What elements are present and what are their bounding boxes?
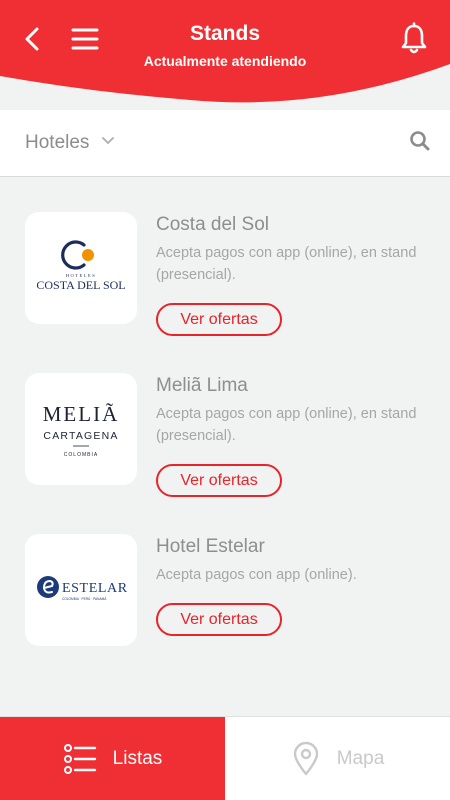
page-title: Stands bbox=[189, 22, 260, 45]
map-pin-icon bbox=[293, 741, 318, 776]
logo-line2: CARTAGENA bbox=[43, 430, 118, 442]
tab-mapa[interactable]: Mapa bbox=[225, 717, 450, 800]
bottom-navigation: Listas Mapa bbox=[0, 716, 450, 800]
ver-ofertas-button[interactable]: Ver ofertas bbox=[156, 303, 282, 336]
list-item: ESTELAR COLOMBIA · PERÚ · PANAMÁ Hotel E… bbox=[0, 534, 450, 674]
list-icon bbox=[63, 744, 96, 774]
ver-ofertas-button[interactable]: Ver ofertas bbox=[156, 603, 282, 636]
tab-label: Listas bbox=[112, 748, 163, 769]
notifications-button[interactable] bbox=[398, 22, 430, 56]
search-icon bbox=[410, 131, 430, 151]
item-description: Acepta pagos con app (online), en stand … bbox=[156, 245, 417, 283]
logo-line2: COSTA DEL SOL bbox=[36, 278, 125, 292]
filter-bar: Hoteles bbox=[0, 110, 450, 177]
logo-line1: MELIÃ bbox=[43, 402, 120, 426]
melia-logo: MELIÃ CARTAGENA COLOMBIA bbox=[43, 402, 120, 458]
hotel-logo: ESTELAR COLOMBIA · PERÚ · PANAMÁ bbox=[25, 534, 137, 646]
logo-line1: ESTELAR bbox=[62, 581, 128, 596]
category-dropdown[interactable]: Hoteles bbox=[25, 128, 115, 158]
item-name: Costa del Sol bbox=[156, 214, 270, 235]
page-subtitle: Actualmente atendiendo bbox=[143, 53, 307, 69]
search-button[interactable] bbox=[406, 127, 434, 155]
tab-label: Mapa bbox=[336, 748, 385, 769]
estelar-logo: ESTELAR COLOMBIA · PERÚ · PANAMÁ bbox=[37, 576, 128, 601]
item-description: Acepta pagos con app (online). bbox=[156, 567, 357, 583]
item-description: Acepta pagos con app (online), en stand … bbox=[156, 406, 417, 444]
costa-del-sol-logo: HOTELES COSTA DEL SOL bbox=[36, 240, 126, 292]
category-label: Hoteles bbox=[25, 132, 90, 153]
logo-line3: COLOMBIA bbox=[64, 452, 98, 458]
hotel-logo: HOTELES COSTA DEL SOL bbox=[25, 212, 137, 324]
chevron-down-icon bbox=[102, 137, 115, 144]
logo-line2: COLOMBIA · PERÚ · PANAMÁ bbox=[62, 596, 107, 601]
ver-ofertas-button[interactable]: Ver ofertas bbox=[156, 464, 282, 497]
tab-listas[interactable]: Listas bbox=[0, 717, 225, 800]
item-name: Meliã Lima bbox=[156, 375, 248, 396]
list-item: MELIÃ CARTAGENA COLOMBIA Meliã Lima Acep… bbox=[0, 373, 450, 513]
bell-icon bbox=[401, 22, 427, 54]
hotel-logo: MELIÃ CARTAGENA COLOMBIA bbox=[25, 373, 137, 485]
header: Stands Actualmente atendiendo bbox=[0, 0, 450, 110]
item-name: Hotel Estelar bbox=[156, 536, 265, 557]
list-item: HOTELES COSTA DEL SOL Costa del Sol Acep… bbox=[0, 212, 450, 352]
